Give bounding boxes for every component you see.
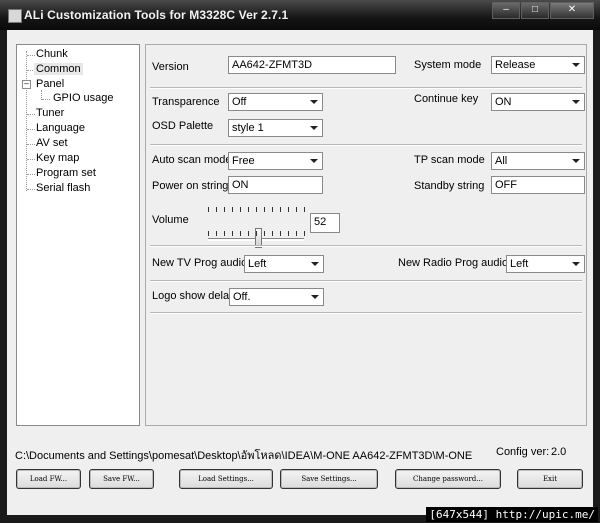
tree-connector xyxy=(27,174,35,175)
version-label: Version xyxy=(152,61,189,73)
power-on-string-field[interactable]: ON xyxy=(228,176,323,194)
load-settings-button[interactable]: Load Settings... xyxy=(179,469,273,489)
collapse-icon[interactable]: – xyxy=(22,80,31,89)
tree-item-av-set[interactable]: AV set xyxy=(36,137,68,149)
title-bar[interactable]: ALi Customization Tools for M3328C Ver 2… xyxy=(0,0,600,30)
settings-tree[interactable]: Chunk Common – Panel GPIO usage Tuner La… xyxy=(16,44,140,426)
tree-item-common[interactable]: Common xyxy=(34,63,83,75)
auto-scan-mode-label: Auto scan mode xyxy=(152,154,232,166)
chevron-down-icon[interactable] xyxy=(308,257,322,271)
tree-item-tuner[interactable]: Tuner xyxy=(36,107,64,119)
minimize-button[interactable]: – xyxy=(492,2,520,19)
logo-show-delay-label: Logo show delay xyxy=(152,290,235,302)
chevron-down-icon[interactable] xyxy=(569,154,583,168)
chevron-down-icon[interactable] xyxy=(308,290,322,304)
slider-ticks xyxy=(208,207,306,212)
tree-item-gpio-usage[interactable]: GPIO usage xyxy=(53,92,114,104)
standby-string-label: Standby string xyxy=(414,180,485,192)
tree-item-program-set[interactable]: Program set xyxy=(36,167,96,179)
osd-palette-select[interactable]: style 1 xyxy=(228,119,323,137)
standby-string-field[interactable]: OFF xyxy=(491,176,585,194)
divider xyxy=(150,87,582,89)
slider-ticks xyxy=(208,231,306,236)
chevron-down-icon[interactable] xyxy=(569,95,583,109)
new-tv-prog-audio-label: New TV Prog audio xyxy=(152,257,248,269)
logo-show-delay-select[interactable]: Off. xyxy=(229,288,324,306)
chevron-down-icon[interactable] xyxy=(569,257,583,271)
tree-connector xyxy=(27,114,35,115)
file-path: C:\Documents and Settings\pomesat\Deskto… xyxy=(15,450,473,462)
new-radio-prog-audio-label: New Radio Prog audio xyxy=(398,257,509,269)
chevron-down-icon[interactable] xyxy=(307,121,321,135)
tree-connector xyxy=(27,129,35,130)
tree-connector xyxy=(26,51,27,191)
continue-key-select[interactable]: ON xyxy=(491,93,585,111)
tree-item-key-map[interactable]: Key map xyxy=(36,152,79,164)
tree-item-serial-flash[interactable]: Serial flash xyxy=(36,182,90,194)
transparence-label: Transparence xyxy=(152,96,220,108)
close-button[interactable]: ✕ xyxy=(550,2,594,19)
divider xyxy=(150,280,582,282)
continue-key-label: Continue key xyxy=(414,93,479,105)
client-area: Chunk Common – Panel GPIO usage Tuner La… xyxy=(7,30,593,515)
chevron-down-icon[interactable] xyxy=(569,58,583,72)
system-mode-label: System mode xyxy=(414,59,482,71)
settings-panel: Version AA642-ZFMT3D System mode Release… xyxy=(145,44,587,426)
config-version-label: Config ver: xyxy=(496,446,550,458)
divider xyxy=(150,144,582,146)
tree-item-chunk[interactable]: Chunk xyxy=(36,48,68,60)
new-radio-prog-audio-select[interactable]: Left xyxy=(506,255,585,273)
tree-item-language[interactable]: Language xyxy=(36,122,85,134)
tree-connector xyxy=(42,99,50,100)
osd-palette-label: OSD Palette xyxy=(152,120,214,132)
tree-connector xyxy=(27,55,35,56)
save-settings-button[interactable]: Save Settings... xyxy=(280,469,378,489)
transparence-select[interactable]: Off xyxy=(228,93,323,111)
system-mode-select[interactable]: Release xyxy=(491,56,585,74)
exit-button[interactable]: Exit xyxy=(517,469,583,489)
new-tv-prog-audio-select[interactable]: Left xyxy=(244,255,324,273)
divider xyxy=(150,245,582,247)
maximize-button[interactable]: □ xyxy=(521,2,549,19)
auto-scan-mode-select[interactable]: Free xyxy=(228,152,323,170)
app-icon xyxy=(8,9,22,23)
divider xyxy=(150,312,582,314)
volume-value-field[interactable]: 52 xyxy=(310,213,340,233)
window-title: ALi Customization Tools for M3328C Ver 2… xyxy=(24,8,289,22)
load-fw-button[interactable]: Load FW... xyxy=(16,469,81,489)
app-window: ALi Customization Tools for M3328C Ver 2… xyxy=(0,0,600,523)
version-field[interactable]: AA642-ZFMT3D xyxy=(228,56,396,74)
tree-connector xyxy=(27,144,35,145)
chevron-down-icon[interactable] xyxy=(307,154,321,168)
config-version-value: 2.0 xyxy=(551,446,567,458)
volume-label: Volume xyxy=(152,214,189,226)
tree-item-panel[interactable]: Panel xyxy=(36,78,64,90)
tree-connector xyxy=(27,189,35,190)
tp-scan-mode-label: TP scan mode xyxy=(414,154,485,166)
chevron-down-icon[interactable] xyxy=(307,95,321,109)
tp-scan-mode-select[interactable]: All xyxy=(491,152,585,170)
change-password-button[interactable]: Change password... xyxy=(395,469,501,489)
image-watermark: [647x544] http://upic.me/ xyxy=(426,507,598,522)
save-fw-button[interactable]: Save FW... xyxy=(89,469,154,489)
tree-connector xyxy=(27,159,35,160)
power-on-string-label: Power on string xyxy=(152,180,229,192)
